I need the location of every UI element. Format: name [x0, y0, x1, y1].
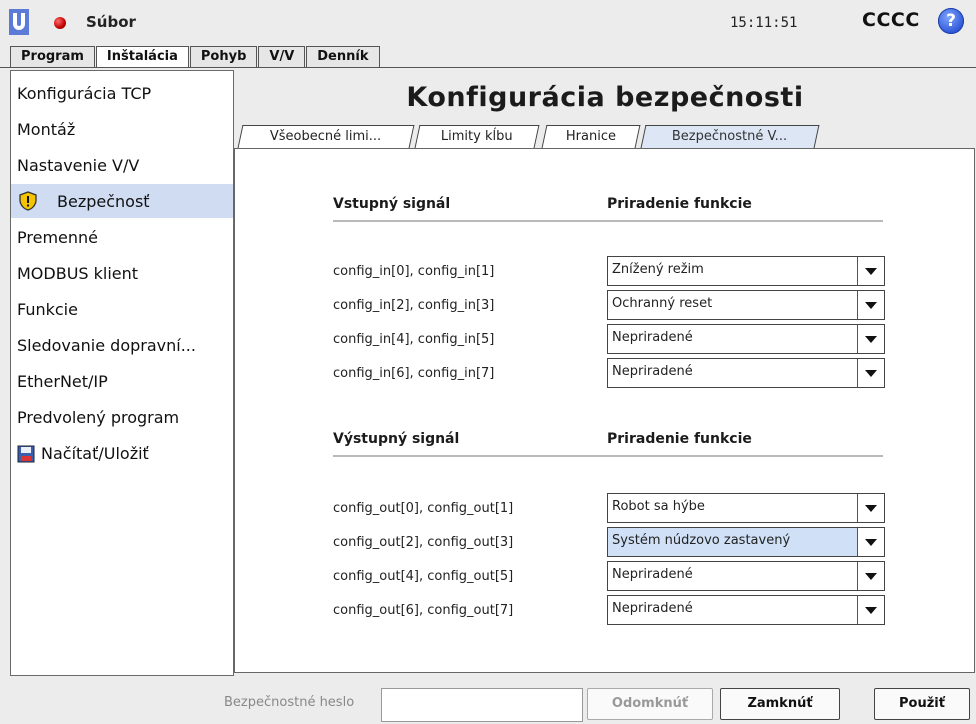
tab-io[interactable]: V/V	[258, 46, 306, 67]
dropdown-value: Nepriradené	[612, 601, 693, 616]
safety-password-label: Bezpečnostné heslo	[224, 695, 355, 710]
tab-installation[interactable]: Inštalácia	[95, 46, 189, 67]
sidebar-item-label: Konfigurácia TCP	[17, 84, 152, 103]
output-function-header: Priradenie funkcie	[607, 431, 752, 447]
dropdown-value: Nepriradené	[612, 567, 693, 582]
top-bar: Súbor 15:11:51 CCCC ?	[0, 0, 976, 46]
chevron-down-icon[interactable]	[857, 562, 884, 590]
output-signal-label: config_out[6], config_out[7]	[333, 603, 514, 618]
shield-warning-icon	[19, 191, 37, 211]
tab-label: Bezpečnostné V...	[672, 129, 788, 144]
sidebar-item-label: Sledovanie dopravní...	[17, 336, 196, 355]
tab-safety-io[interactable]: Bezpečnostné V...	[640, 125, 820, 148]
sidebar-item-label: EtherNet/IP	[17, 372, 108, 391]
sidebar-item-label: MODBUS klient	[17, 264, 139, 283]
file-menu[interactable]: Súbor	[86, 13, 136, 31]
sidebar-item-modbus-client[interactable]: MODBUS klient	[11, 256, 233, 290]
sidebar-item-safety[interactable]: Bezpečnosť	[11, 184, 233, 218]
tab-label: Všeobecné limi...	[270, 129, 382, 144]
chevron-down-icon[interactable]	[857, 257, 884, 285]
tab-program[interactable]: Program	[10, 46, 95, 67]
output-function-select[interactable]: Robot sa hýbe	[607, 493, 885, 523]
tab-joint-limits[interactable]: Limity kĺbu	[414, 125, 540, 148]
input-signal-label: config_in[0], config_in[1]	[333, 264, 495, 279]
sidebar-item-conveyor-tracking[interactable]: Sledovanie dopravní...	[11, 328, 233, 362]
tab-label: Limity kĺbu	[441, 129, 513, 144]
sidebar-item-default-program[interactable]: Predvolený program	[11, 400, 233, 434]
main-tabs: Program Inštalácia Pohyb V/V Denník	[10, 46, 381, 68]
sidebar-item-ethernet-ip[interactable]: EtherNet/IP	[11, 364, 233, 398]
help-icon[interactable]: ?	[938, 8, 964, 34]
chevron-down-icon[interactable]	[857, 359, 884, 387]
input-signal-label: config_in[2], config_in[3]	[333, 298, 495, 313]
chevron-down-icon[interactable]	[857, 494, 884, 522]
safety-subtabs: Všeobecné limi... Limity kĺbu Hranice Be…	[234, 125, 976, 149]
output-signal-header: Výstupný signál	[333, 431, 460, 447]
input-signal-label: config_in[6], config_in[7]	[333, 366, 495, 381]
chevron-down-icon[interactable]	[857, 528, 884, 556]
tab-divider	[0, 67, 976, 68]
dropdown-value: Nepriradené	[612, 330, 693, 345]
chevron-down-icon[interactable]	[857, 291, 884, 319]
safety-password-input[interactable]	[381, 688, 583, 722]
output-signal-label: config_out[2], config_out[3]	[333, 535, 514, 550]
tab-move[interactable]: Pohyb	[189, 46, 258, 67]
sidebar-item-tcp-config[interactable]: Konfigurácia TCP	[11, 76, 233, 110]
input-signal-label: config_in[4], config_in[5]	[333, 332, 495, 347]
sidebar-item-label: Montáž	[17, 120, 76, 139]
dropdown-value: Ochranný reset	[612, 296, 713, 311]
dropdown-value: Systém núdzovo zastavený	[612, 533, 791, 548]
sidebar-item-load-save[interactable]: Načítať/Uložiť	[11, 436, 233, 470]
input-function-header: Priradenie funkcie	[607, 196, 752, 212]
safety-io-panel: Vstupný signál Priradenie funkcie config…	[234, 148, 975, 673]
dropdown-value: Znížený režim	[612, 262, 704, 277]
sidebar-item-io-setup[interactable]: Nastavenie V/V	[11, 148, 233, 182]
input-function-select[interactable]: Nepriradené	[607, 324, 885, 354]
output-function-select[interactable]: Systém núdzovo zastavený	[607, 527, 885, 557]
robot-name: CCCC	[862, 9, 920, 31]
sidebar-item-label: Bezpečnosť	[57, 192, 150, 211]
chevron-down-icon[interactable]	[857, 596, 884, 624]
tab-boundaries[interactable]: Hranice	[541, 125, 641, 148]
tab-general-limits[interactable]: Všeobecné limi...	[237, 125, 415, 148]
ur-logo-icon	[9, 9, 29, 35]
floppy-disk-icon	[17, 445, 35, 463]
installation-sidebar: Konfigurácia TCP Montáž Nastavenie V/V B…	[10, 70, 234, 676]
page-title: Konfigurácia bezpečnosti	[406, 82, 804, 113]
sidebar-item-label: Premenné	[17, 228, 98, 247]
lock-button[interactable]: Zamknúť	[720, 688, 840, 720]
output-function-select[interactable]: Nepriradené	[607, 561, 885, 591]
sidebar-item-label: Funkcie	[17, 300, 78, 319]
sidebar-item-label: Nastavenie V/V	[17, 156, 140, 175]
clock: 15:11:51	[730, 15, 798, 31]
divider	[333, 455, 883, 457]
input-function-select[interactable]: Znížený režim	[607, 256, 885, 286]
input-function-select[interactable]: Nepriradené	[607, 358, 885, 388]
robot-status-icon	[54, 17, 66, 29]
sidebar-item-label: Načítať/Uložiť	[41, 444, 149, 463]
apply-button[interactable]: Použiť	[874, 688, 970, 720]
chevron-down-icon[interactable]	[857, 325, 884, 353]
output-signal-label: config_out[0], config_out[1]	[333, 501, 514, 516]
tab-log[interactable]: Denník	[306, 46, 380, 67]
divider	[333, 220, 883, 222]
sidebar-item-label: Predvolený program	[17, 408, 180, 427]
sidebar-item-variables[interactable]: Premenné	[11, 220, 233, 254]
output-function-select[interactable]: Nepriradené	[607, 595, 885, 625]
dropdown-value: Nepriradené	[612, 364, 693, 379]
input-function-select[interactable]: Ochranný reset	[607, 290, 885, 320]
output-signal-label: config_out[4], config_out[5]	[333, 569, 514, 584]
sidebar-item-mounting[interactable]: Montáž	[11, 112, 233, 146]
input-signal-header: Vstupný signál	[333, 196, 451, 212]
tab-label: Hranice	[565, 129, 616, 144]
sidebar-item-features[interactable]: Funkcie	[11, 292, 233, 326]
unlock-button[interactable]: Odomknúť	[587, 688, 713, 720]
dropdown-value: Robot sa hýbe	[612, 499, 705, 514]
